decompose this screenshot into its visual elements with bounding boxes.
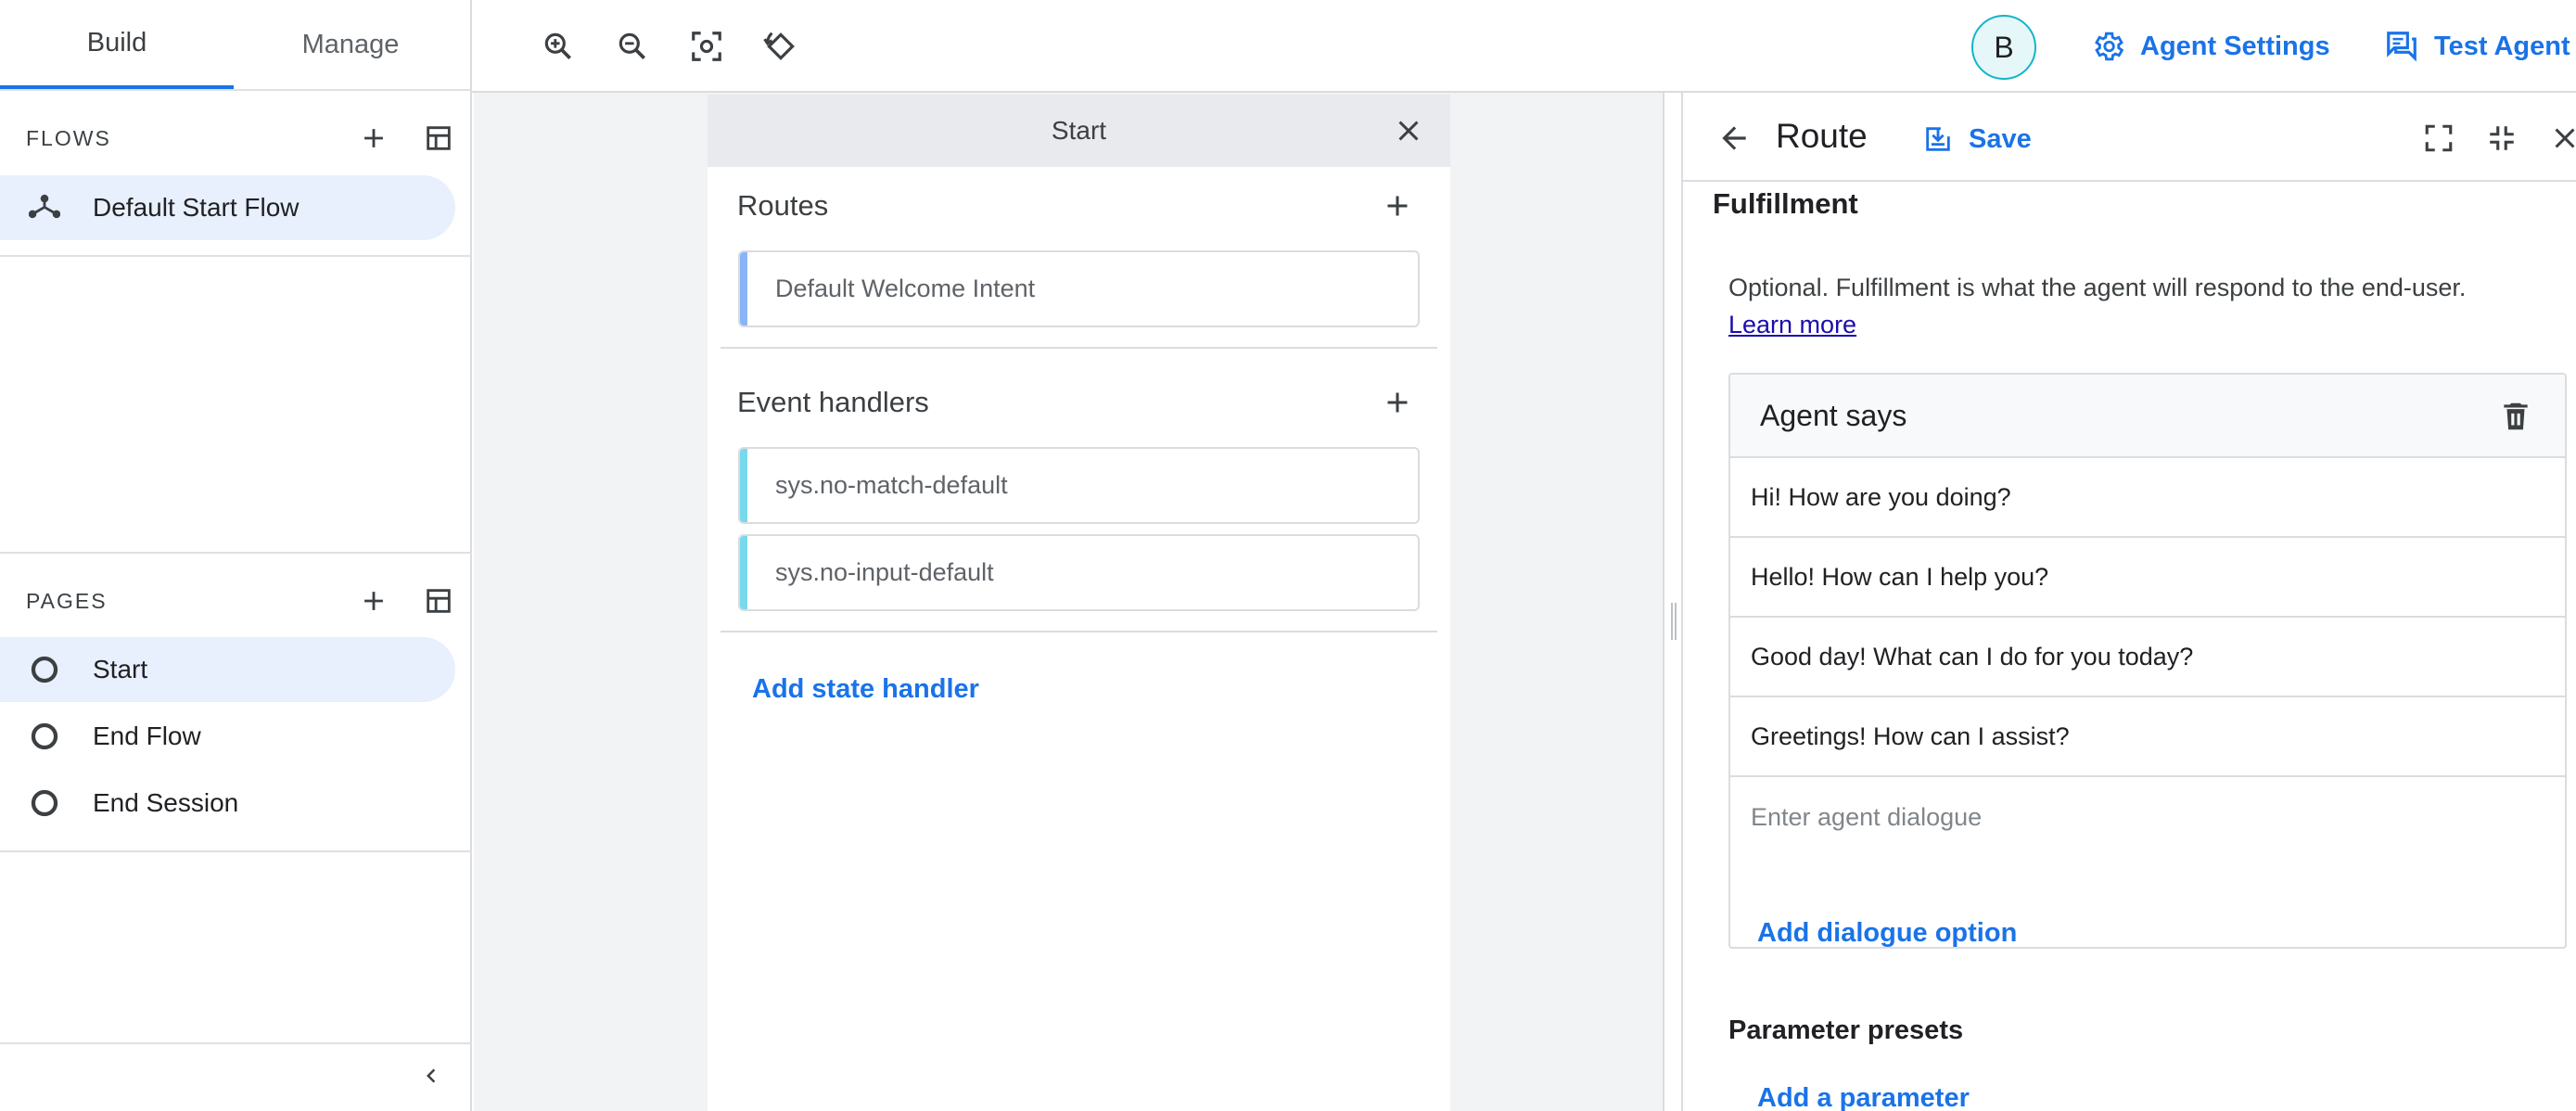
parameter-presets-title: Parameter presets: [1728, 1015, 1964, 1045]
divider: [0, 552, 472, 554]
tab-manage[interactable]: Manage: [234, 0, 467, 89]
learn-more-link[interactable]: Learn more: [1728, 311, 1856, 338]
collapse-sidebar-icon[interactable]: [408, 1053, 454, 1099]
page-item-end-flow[interactable]: End Flow: [0, 704, 455, 769]
agent-settings-button[interactable]: Agent Settings: [2090, 20, 2330, 72]
fulfillment-description-text: Optional. Fulfillment is what the agent …: [1728, 274, 2467, 301]
event-handlers-section-header: Event handlers: [737, 377, 1421, 428]
close-icon[interactable]: [2542, 115, 2576, 161]
zoom-in-icon[interactable]: [535, 23, 581, 70]
flow-icon: [22, 192, 67, 223]
event-handlers-title: Event handlers: [737, 386, 929, 418]
test-agent-label: Test Agent: [2434, 31, 2570, 61]
pages-header: PAGES: [26, 578, 462, 624]
divider: [721, 347, 1437, 349]
flow-item-default-start-flow[interactable]: Default Start Flow: [0, 175, 455, 240]
fulfillment-description: Optional. Fulfillment is what the agent …: [1728, 269, 2563, 343]
fulfillment-title: Fulfillment: [1713, 187, 1858, 220]
page-circle-icon: [22, 787, 67, 819]
add-flow-icon[interactable]: [351, 115, 397, 161]
agent-settings-label: Agent Settings: [2140, 31, 2330, 61]
route-panel-header: Route Save: [1683, 93, 2576, 182]
page-item-start[interactable]: Start: [0, 637, 455, 702]
zoom-out-icon[interactable]: [609, 23, 656, 70]
dialogue-option[interactable]: Hi! How are you doing?: [1730, 458, 2565, 538]
add-parameter-button[interactable]: Add a parameter: [1757, 1083, 1970, 1111]
save-button[interactable]: Save: [1922, 113, 2032, 165]
avatar[interactable]: B: [1971, 15, 2036, 80]
add-route-icon[interactable]: [1374, 183, 1421, 229]
route-panel: Route Save Fulfillment Optional. Fulfill…: [1683, 93, 2576, 1111]
add-event-handler-icon[interactable]: [1374, 379, 1421, 426]
routes-title: Routes: [737, 189, 829, 222]
event-handler-no-match[interactable]: sys.no-match-default: [738, 447, 1420, 524]
delete-icon[interactable]: [2493, 393, 2539, 440]
sidebar-tabs: Build Manage: [0, 0, 470, 91]
dialogue-option[interactable]: Hello! How can I help you?: [1730, 538, 2565, 618]
page-circle-icon: [22, 654, 67, 685]
dialogue-option[interactable]: Good day! What can I do for you today?: [1730, 618, 2565, 697]
divider: [0, 1042, 472, 1044]
pages-title: PAGES: [26, 588, 108, 613]
close-icon[interactable]: [1385, 108, 1432, 154]
chat-icon: [2384, 29, 2419, 64]
drag-grip-icon[interactable]: [1671, 603, 1677, 640]
flows-header: FLOWS: [26, 115, 462, 161]
add-page-icon[interactable]: [351, 578, 397, 624]
test-agent-button[interactable]: Test Agent: [2384, 20, 2570, 72]
routes-section-header: Routes: [737, 180, 1421, 232]
event-handler-no-input[interactable]: sys.no-input-default: [738, 534, 1420, 611]
collapse-panel-icon[interactable]: [2479, 115, 2525, 161]
tab-build[interactable]: Build: [0, 0, 234, 89]
page-item-label: End Session: [93, 788, 239, 817]
page-item-label: Start: [93, 655, 148, 683]
flows-title: FLOWS: [26, 125, 111, 150]
start-card-title: Start: [1051, 116, 1107, 145]
divider: [0, 850, 472, 852]
save-label: Save: [1969, 123, 2032, 154]
dialogue-option[interactable]: Greetings! How can I assist?: [1730, 697, 2565, 777]
add-dialogue-option-button[interactable]: Add dialogue option: [1757, 918, 2017, 949]
table-view-flows-icon[interactable]: [415, 115, 462, 161]
fit-screen-icon[interactable]: [683, 23, 730, 70]
agent-says-header: Agent says: [1730, 375, 2565, 458]
save-icon: [1922, 123, 1954, 155]
route-panel-title: Route: [1776, 117, 1868, 155]
agent-dialogue-input[interactable]: [1730, 777, 2565, 857]
add-state-handler-button[interactable]: Add state handler: [752, 674, 979, 705]
divider: [721, 631, 1437, 632]
top-toolbar: B Agent Settings Test Agent: [472, 0, 2576, 93]
agent-says-card: Agent says Hi! How are you doing? Hello!…: [1728, 373, 2567, 949]
page-item-end-session[interactable]: End Session: [0, 771, 455, 836]
table-view-pages-icon[interactable]: [415, 578, 462, 624]
start-card-header: Start: [708, 95, 1450, 167]
back-arrow-icon[interactable]: [1711, 115, 1757, 161]
divider: [0, 255, 472, 257]
flow-item-label: Default Start Flow: [93, 193, 300, 222]
gear-icon: [2090, 29, 2125, 64]
route-item-default-welcome-intent[interactable]: Default Welcome Intent: [738, 250, 1420, 327]
page-circle-icon: [22, 721, 67, 752]
left-sidebar: Build Manage FLOWS Default Start Flow PA…: [0, 0, 472, 1111]
fullscreen-icon[interactable]: [2416, 115, 2462, 161]
reset-rotate-icon[interactable]: [758, 23, 804, 70]
panel-resize-handle[interactable]: [1663, 93, 1683, 1111]
agent-says-title: Agent says: [1760, 398, 1907, 432]
start-page-card: Start Routes Default Welcome Intent Even…: [708, 95, 1450, 1111]
page-item-label: End Flow: [93, 722, 201, 750]
